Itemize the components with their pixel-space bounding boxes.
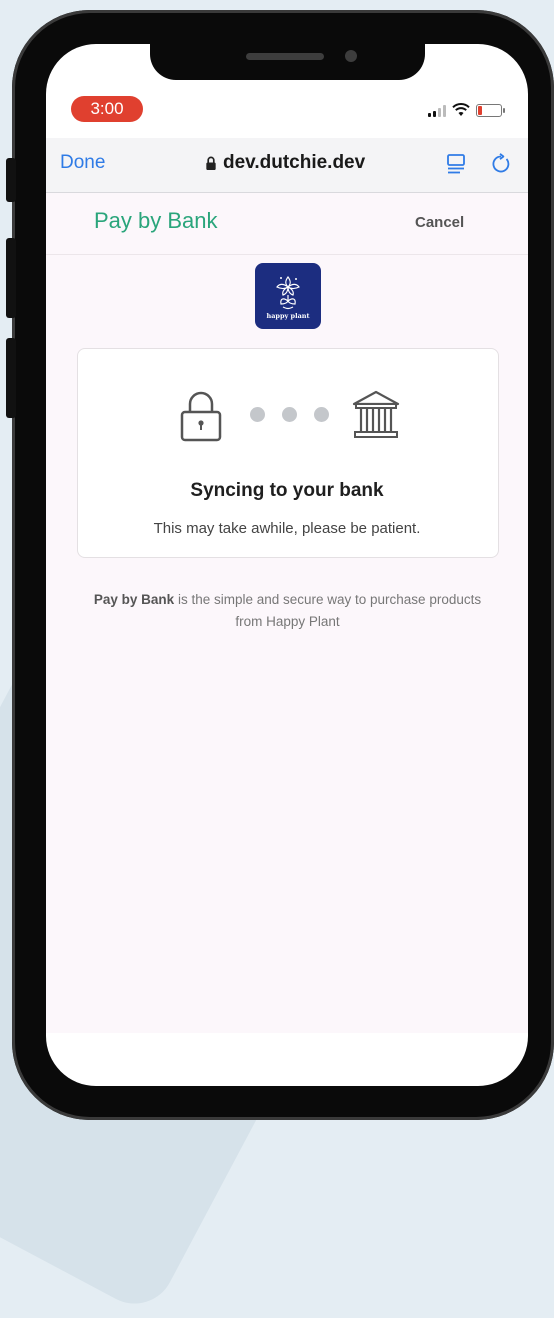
header-divider [46, 254, 528, 255]
status-time: 3:00 [71, 96, 143, 122]
notch [150, 44, 425, 80]
url-bar[interactable]: dev.dutchie.dev [205, 152, 365, 174]
bank-icon [352, 390, 400, 438]
progress-dot [250, 407, 265, 422]
cancel-button[interactable]: Cancel [415, 214, 464, 231]
battery-icon [476, 103, 505, 117]
progress-dot [282, 407, 297, 422]
front-camera [345, 50, 357, 62]
progress-dot [314, 407, 329, 422]
logo-text: happy plant [266, 311, 310, 320]
progress-dots [250, 407, 329, 422]
flower-icon [276, 275, 300, 309]
reader-icon[interactable] [446, 153, 468, 175]
merchant-logo: happy plant [255, 263, 321, 329]
signal-icon [428, 103, 446, 117]
footer-description: Pay by Bank is the simple and secure way… [90, 589, 485, 633]
sync-subtitle: This may take awhile, please be patient. [153, 520, 421, 537]
secure-lock-icon [206, 156, 216, 170]
reload-icon[interactable] [490, 153, 512, 175]
done-button[interactable]: Done [60, 152, 105, 174]
sync-title: Syncing to your bank [190, 480, 384, 501]
mute-switch [6, 158, 16, 202]
footer-rest: is the simple and secure way to purchase… [174, 592, 482, 629]
page-title: Pay by Bank [94, 208, 218, 233]
footer-bold: Pay by Bank [93, 592, 175, 607]
wifi-icon [452, 103, 470, 116]
volume-down-button [6, 338, 16, 418]
volume-up-button [6, 238, 16, 318]
lock-icon [180, 391, 222, 442]
status-icons [428, 100, 505, 120]
speaker [246, 53, 324, 60]
url-text: dev.dutchie.dev [223, 152, 366, 173]
